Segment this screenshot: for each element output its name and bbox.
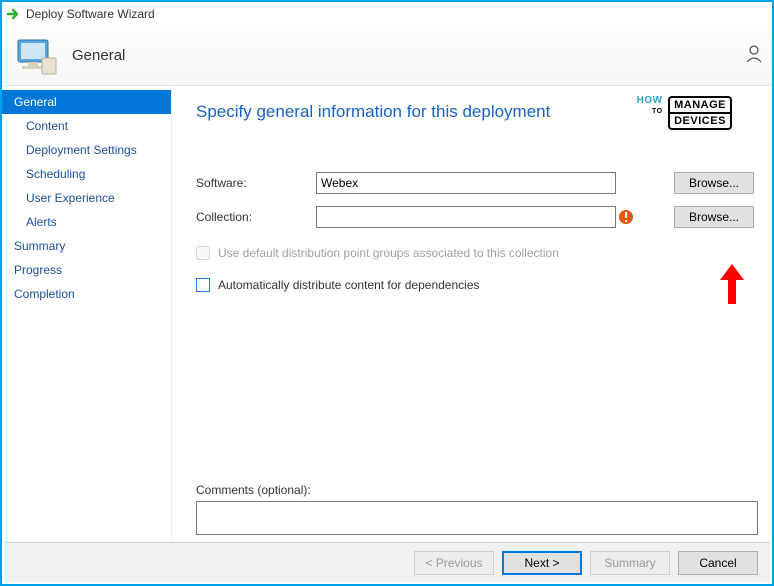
auto-distribute-label: Automatically distribute content for dep… — [218, 278, 480, 292]
cancel-button[interactable]: Cancel — [678, 551, 758, 575]
sidebar-item-label: User Experience — [26, 191, 115, 205]
content-pane: Specify general information for this dep… — [172, 86, 772, 542]
sidebar-item-user-experience[interactable]: User Experience — [2, 186, 171, 210]
auto-distribute-checkbox[interactable] — [196, 278, 210, 292]
page-title: General — [72, 47, 125, 64]
footer: < Previous Next > Summary Cancel — [4, 542, 770, 582]
collection-input[interactable] — [316, 206, 616, 228]
sidebar-item-completion[interactable]: Completion — [2, 282, 171, 306]
sidebar-item-summary[interactable]: Summary — [2, 234, 171, 258]
sidebar-item-label: Progress — [14, 263, 62, 277]
next-button[interactable]: Next > — [502, 551, 582, 575]
window-title: Deploy Software Wizard — [26, 7, 155, 21]
comments-area: Comments (optional): — [196, 483, 758, 538]
main: General Content Deployment Settings Sche… — [2, 86, 772, 542]
software-label: Software: — [196, 176, 316, 190]
logo-to: TO — [637, 108, 663, 115]
sidebar-item-label: Completion — [14, 287, 75, 301]
summary-button: Summary — [590, 551, 670, 575]
sidebar-item-label: General — [14, 95, 57, 109]
user-icon — [744, 44, 764, 67]
sidebar-item-label: Scheduling — [26, 167, 85, 181]
sidebar-item-progress[interactable]: Progress — [2, 258, 171, 282]
titlebar: Deploy Software Wizard — [2, 2, 772, 26]
app-arrow-icon — [6, 6, 22, 22]
logo-how: HOW — [637, 96, 663, 106]
comments-textarea[interactable] — [196, 501, 758, 535]
sidebar-item-deployment-settings[interactable]: Deployment Settings — [2, 138, 171, 162]
sidebar-item-content[interactable]: Content — [2, 114, 171, 138]
use-default-row: Use default distribution point groups as… — [196, 246, 754, 260]
warning-icon — [618, 209, 634, 225]
header: General — [2, 26, 772, 86]
sidebar-item-label: Summary — [14, 239, 65, 253]
watermark-logo: HOW TO MANAGE DEVICES — [637, 96, 732, 130]
sidebar: General Content Deployment Settings Sche… — [2, 86, 172, 542]
previous-button: < Previous — [414, 551, 494, 575]
software-browse-button[interactable]: Browse... — [674, 172, 754, 194]
sidebar-item-label: Content — [26, 119, 68, 133]
logo-devices: DEVICES — [668, 112, 732, 130]
comments-label: Comments (optional): — [196, 483, 758, 497]
auto-distribute-row[interactable]: Automatically distribute content for dep… — [196, 278, 754, 292]
software-row: Software: Browse... — [196, 172, 754, 194]
use-default-checkbox — [196, 246, 210, 260]
use-default-label: Use default distribution point groups as… — [218, 246, 559, 260]
sidebar-item-label: Deployment Settings — [26, 143, 137, 157]
software-input[interactable] — [316, 172, 616, 194]
collection-row: Collection: Browse... — [196, 206, 754, 228]
monitor-icon — [12, 32, 60, 80]
collection-browse-button[interactable]: Browse... — [674, 206, 754, 228]
sidebar-item-alerts[interactable]: Alerts — [2, 210, 171, 234]
sidebar-item-label: Alerts — [26, 215, 57, 229]
sidebar-item-general[interactable]: General — [2, 90, 171, 114]
sidebar-item-scheduling[interactable]: Scheduling — [2, 162, 171, 186]
collection-label: Collection: — [196, 210, 316, 224]
